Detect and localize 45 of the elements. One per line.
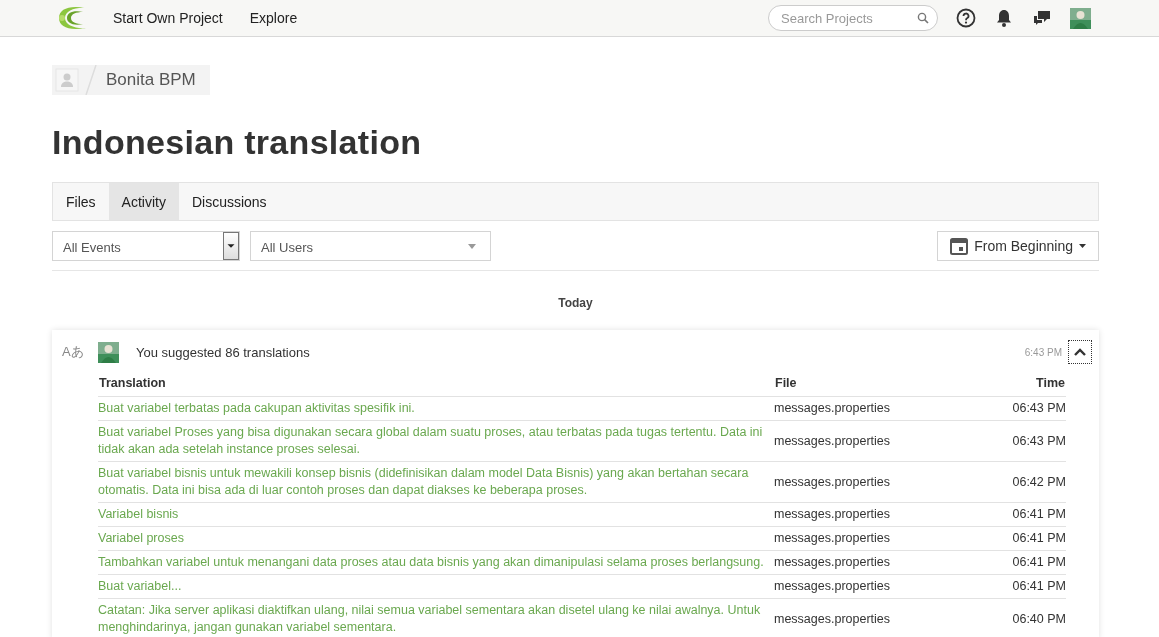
- time-cell: 06:41 PM: [974, 502, 1066, 527]
- page-title: Indonesian translation: [52, 123, 423, 162]
- avatar-icon[interactable]: [98, 341, 119, 363]
- time-cell: 06:43 PM: [974, 420, 1066, 462]
- time-cell: 06:43 PM: [974, 396, 1066, 421]
- date-filter-button[interactable]: From Beginning: [937, 231, 1099, 261]
- time-cell: 06:41 PM: [974, 526, 1066, 551]
- caret-icon: [468, 243, 476, 249]
- column-header: Translation: [98, 370, 774, 397]
- caret-icon: [1079, 244, 1086, 248]
- chevron-icon: [1074, 348, 1086, 356]
- translation-type-icon: Aあ: [62, 343, 98, 361]
- file-name: messages.properties: [774, 574, 974, 599]
- file-name: messages.properties: [774, 420, 974, 462]
- tab[interactable]: Files: [53, 183, 109, 220]
- activity-time: 6:43 PM: [1024, 346, 1062, 358]
- avatar-icon[interactable]: [1070, 7, 1091, 29]
- tab[interactable]: Discussions: [178, 183, 280, 220]
- file-name: messages.properties: [774, 526, 974, 551]
- search-icon: [917, 12, 929, 24]
- breadcrumb-separator: [84, 65, 98, 95]
- nav-link[interactable]: Start Own Project: [113, 10, 223, 26]
- tab[interactable]: Activity: [108, 183, 179, 220]
- help-icon[interactable]: [956, 8, 976, 28]
- time-cell: 06:41 PM: [974, 574, 1066, 599]
- file-name: messages.properties: [774, 550, 974, 575]
- file-name: messages.properties: [774, 502, 974, 527]
- time-cell: 06:42 PM: [974, 461, 1066, 503]
- collapse-button[interactable]: [1068, 340, 1092, 364]
- chat-icon[interactable]: [1032, 8, 1052, 28]
- time-cell: 06:40 PM: [974, 598, 1066, 637]
- file-name: messages.properties: [774, 396, 974, 421]
- activity-summary: You suggested 86 translations: [136, 344, 311, 360]
- search-field[interactable]: Search Projects: [768, 5, 938, 31]
- users-dropdown[interactable]: All Users: [250, 231, 491, 261]
- time-cell: 06:41 PM: [974, 550, 1066, 575]
- bell-icon[interactable]: [994, 8, 1014, 28]
- events-dropdown[interactable]: All Events: [52, 231, 240, 261]
- file-name: messages.properties: [774, 461, 974, 503]
- day-heading: Today: [557, 296, 594, 310]
- column-header: File: [774, 370, 974, 397]
- file-name: messages.properties: [774, 598, 974, 637]
- column-header: Time: [974, 370, 1066, 397]
- nav-link[interactable]: Explore: [249, 10, 298, 26]
- calendar-icon: [950, 237, 969, 255]
